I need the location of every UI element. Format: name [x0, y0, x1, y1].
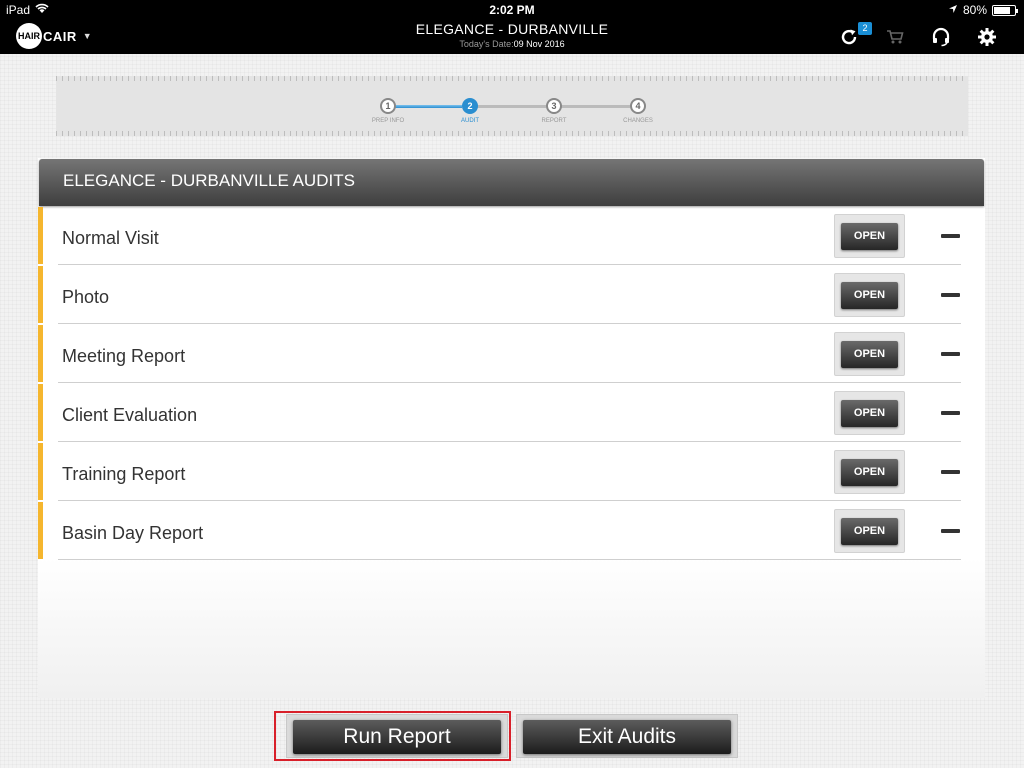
audit-accent-bar — [38, 384, 43, 441]
collapse-icon[interactable] — [941, 529, 960, 533]
open-audit-button[interactable]: OPEN — [841, 518, 898, 545]
open-audit-button[interactable]: OPEN — [841, 459, 898, 486]
audit-name: Training Report — [62, 464, 186, 484]
status-time: 2:02 PM — [489, 3, 535, 17]
open-audit-button[interactable]: OPEN — [841, 400, 898, 427]
step-connector — [560, 105, 630, 108]
step-3-label: REPORT — [541, 118, 567, 124]
exit-audits-container: Exit Audits — [516, 714, 738, 758]
open-audit-button[interactable]: OPEN — [841, 341, 898, 368]
step-3-marker[interactable]: 3 — [546, 98, 562, 114]
audit-row: Basin Day Report OPEN — [38, 502, 985, 560]
step-4-label: CHANGES — [623, 118, 653, 124]
open-audit-button[interactable]: OPEN — [841, 282, 898, 309]
sync-count-badge: 2 — [858, 22, 872, 35]
progress-stepper: 1 PREP INFO 2 AUDIT 3 REPORT 4 CHANGES — [368, 96, 668, 126]
run-report-highlight — [274, 711, 511, 761]
open-button-container: OPEN — [834, 509, 905, 553]
step-2-label: AUDIT — [461, 118, 479, 124]
row-divider — [58, 441, 961, 442]
step-4-marker[interactable]: 4 — [630, 98, 646, 114]
audits-panel: ELEGANCE - DURBANVILLE AUDITS Normal Vis… — [38, 158, 985, 698]
open-button-container: OPEN — [834, 450, 905, 494]
row-divider — [58, 323, 961, 324]
open-button-container: OPEN — [834, 332, 905, 376]
panel-title: ELEGANCE - DURBANVILLE AUDITS — [39, 159, 984, 206]
step-1-label: PREP INFO — [371, 118, 405, 124]
cart-icon[interactable] — [884, 26, 906, 48]
battery-percent: 80% — [962, 3, 987, 17]
collapse-icon[interactable] — [941, 293, 960, 297]
status-bar: iPad 2:02 PM 80% — [0, 0, 1024, 20]
collapse-icon[interactable] — [941, 470, 960, 474]
date-label: Today's Date: — [459, 39, 514, 49]
date-value: 09 Nov 2016 — [513, 39, 565, 49]
collapse-icon[interactable] — [941, 411, 960, 415]
audit-name: Meeting Report — [62, 346, 186, 366]
row-divider — [58, 382, 961, 383]
progress-stepper-bar: 1 PREP INFO 2 AUDIT 3 REPORT 4 CHANGES — [56, 76, 968, 136]
app-header: HAIR CAIR ▼ ELEGANCE - DURBANVILLE Today… — [0, 20, 1024, 54]
row-divider — [58, 264, 961, 265]
audit-accent-bar — [38, 207, 43, 264]
audit-accent-bar — [38, 266, 43, 323]
audit-name: Normal Visit — [62, 228, 159, 248]
open-button-container: OPEN — [834, 214, 905, 258]
battery-icon — [992, 4, 1018, 16]
audit-row: Normal Visit OPEN — [38, 207, 985, 265]
open-button-container: OPEN — [834, 273, 905, 317]
open-audit-button[interactable]: OPEN — [841, 223, 898, 250]
audit-accent-bar — [38, 502, 43, 559]
step-connector — [476, 105, 546, 108]
audit-row: Client Evaluation OPEN — [38, 384, 985, 442]
step-connector — [394, 105, 462, 108]
audit-accent-bar — [38, 325, 43, 382]
audit-row: Photo OPEN — [38, 266, 985, 324]
audit-name: Client Evaluation — [62, 405, 198, 425]
refresh-icon[interactable]: 2 — [838, 22, 872, 48]
step-2-marker[interactable]: 2 — [462, 98, 478, 114]
collapse-icon[interactable] — [941, 234, 960, 238]
status-right: 80% — [948, 3, 1018, 17]
open-button-container: OPEN — [834, 391, 905, 435]
row-divider — [58, 559, 961, 560]
headset-icon[interactable] — [930, 26, 952, 48]
audit-row: Training Report OPEN — [38, 443, 985, 501]
gear-icon[interactable] — [976, 26, 998, 48]
exit-audits-button[interactable]: Exit Audits — [523, 720, 731, 754]
location-arrow-icon — [948, 3, 958, 17]
audit-row: Meeting Report OPEN — [38, 325, 985, 383]
audit-accent-bar — [38, 443, 43, 500]
audit-name: Photo — [62, 287, 110, 307]
collapse-icon[interactable] — [941, 352, 960, 356]
step-1-marker[interactable]: 1 — [380, 98, 396, 114]
row-divider — [58, 500, 961, 501]
audit-name: Basin Day Report — [62, 523, 204, 543]
header-actions: 2 — [814, 22, 998, 48]
